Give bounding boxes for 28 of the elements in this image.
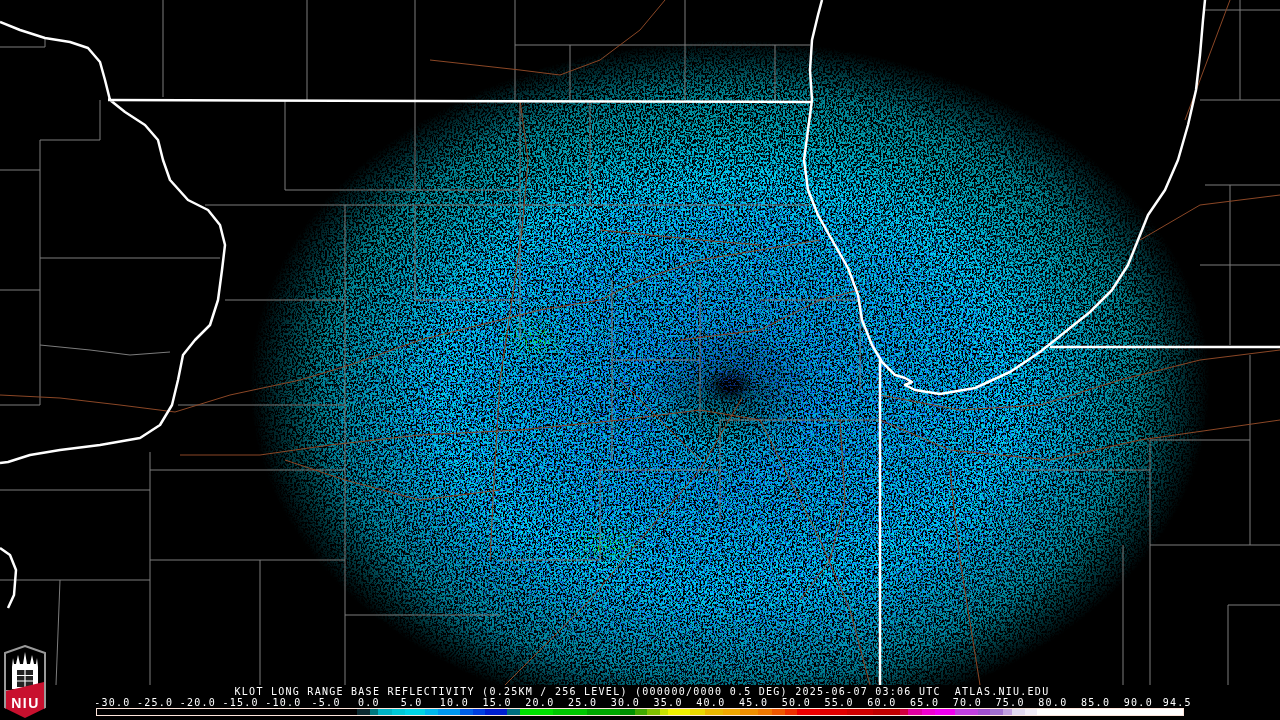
scale-label: 70.0 (952, 698, 982, 708)
scale-label: 90.0 (1123, 698, 1153, 708)
scale-label: 50.0 (781, 698, 811, 708)
scale-label: 30.0 (610, 698, 640, 708)
scale-label: 25.0 (568, 698, 598, 708)
scale-label: 35.0 (653, 698, 683, 708)
scale-label: 5.0 (400, 698, 423, 708)
scale-label: 85.0 (1081, 698, 1111, 708)
scale-label: -5.0 (311, 698, 341, 708)
scale-label: 40.0 (696, 698, 726, 708)
scale-label: 94.5 (1162, 698, 1192, 708)
scale-label: 80.0 (1038, 698, 1068, 708)
scale-label: 65.0 (910, 698, 940, 708)
scale-label: 0.0 (357, 698, 380, 708)
scale-label: 45.0 (739, 698, 769, 708)
scale-label: 75.0 (995, 698, 1025, 708)
scale-label: -25.0 (136, 698, 174, 708)
scale-label: 20.0 (525, 698, 555, 708)
source-url: ATLAS.NIU.EDU (954, 686, 1050, 698)
radar-caption: KLOT LONG RANGE BASE REFLECTIVITY (0.25KM / 256 LEVEL) (000000/0000 0.5 DEG) 2025-06-07 03:06 UTC (234, 686, 941, 698)
scale-label: 60.0 (867, 698, 897, 708)
scale-label: 10.0 (439, 698, 469, 708)
scale-label: -20.0 (179, 698, 217, 708)
scale-label: -10.0 (265, 698, 302, 708)
scale-label: -30.0 (94, 698, 131, 708)
scale-label: -15.0 (222, 698, 259, 708)
scale-label: 55.0 (824, 698, 854, 708)
scale-label: 15.0 (482, 698, 512, 708)
